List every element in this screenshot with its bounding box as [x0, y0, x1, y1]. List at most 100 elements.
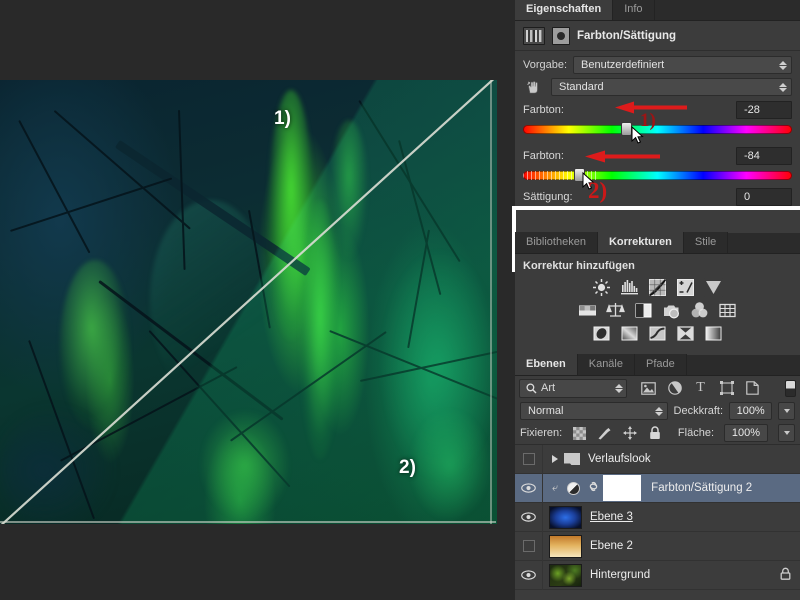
- opacity-value[interactable]: 100%: [729, 402, 772, 420]
- visibility-toggle-hintergrund[interactable]: [515, 561, 543, 590]
- hue-saturation-icon[interactable]: [578, 301, 597, 320]
- eye-icon: [521, 570, 536, 580]
- white-layer-mask-thumbnail[interactable]: [605, 477, 639, 499]
- layer-thumbnail-orange-gradient[interactable]: [549, 535, 582, 558]
- tab-eigenschaften[interactable]: Eigenschaften: [515, 0, 613, 20]
- channel-select[interactable]: Standard: [551, 78, 792, 96]
- table-row[interactable]: Hintergrund: [515, 561, 800, 590]
- slider-annotation-1: 1): [640, 110, 656, 132]
- layer-name-ebene-2[interactable]: Ebene 2: [590, 540, 633, 552]
- opacity-label: Deckkraft:: [674, 405, 724, 417]
- slider-annotation-2: 2): [588, 178, 607, 204]
- posterize-icon[interactable]: [620, 324, 639, 343]
- layer-filter-toolbar: Art T: [515, 376, 800, 400]
- threshold-icon[interactable]: [648, 324, 667, 343]
- table-row[interactable]: Ebene 3: [515, 503, 800, 532]
- properties-tabbar: Eigenschaften Info: [515, 0, 800, 21]
- layer-thumbnail-forest-photo[interactable]: [549, 564, 582, 587]
- table-row[interactable]: Ebene 2: [515, 532, 800, 561]
- exposure-icon[interactable]: [676, 278, 695, 297]
- adjustment-icon-row-2: [515, 299, 800, 322]
- layer-name-ebene-3[interactable]: Ebene 3: [590, 511, 633, 523]
- color-balance-icon[interactable]: [606, 301, 625, 320]
- pixel-filter-icon[interactable]: [641, 381, 656, 396]
- layer-thumbnail-blue-radial-gradient[interactable]: [549, 506, 582, 529]
- hue-track-bottom[interactable]: [523, 167, 792, 183]
- layer-name-farbton-saettigung-2[interactable]: Farbton/Sättigung 2: [651, 482, 752, 494]
- tab-stile[interactable]: Stile: [684, 232, 728, 253]
- lock-transparency-icon[interactable]: [572, 426, 587, 441]
- type-filter-icon: T: [693, 381, 708, 396]
- layer-list: Verlaufslook ⤶ Farbton/Sättigung 2: [515, 444, 800, 590]
- levels-icon[interactable]: [620, 278, 639, 297]
- visibility-toggle-group[interactable]: [515, 445, 543, 474]
- tab-ebenen[interactable]: Ebenen: [515, 354, 578, 375]
- adjustment-filter-icon[interactable]: [667, 381, 682, 396]
- on-image-adjust-hand-icon[interactable]: [523, 77, 545, 97]
- lock-position-icon[interactable]: [622, 426, 637, 441]
- blend-mode-select[interactable]: Normal: [520, 402, 668, 420]
- filter-tool-group: T: [641, 381, 760, 396]
- eye-off-icon: [523, 540, 535, 552]
- tab-bibliotheken[interactable]: Bibliotheken: [515, 232, 598, 253]
- layer-name-hintergrund[interactable]: Hintergrund: [590, 569, 650, 581]
- chevron-updown-icon: [655, 407, 663, 416]
- invert-icon[interactable]: [592, 324, 611, 343]
- page-title: Farbton/Sättigung: [577, 30, 676, 42]
- hue-value-top[interactable]: -28: [736, 101, 792, 119]
- hue-saturation-layer-icon[interactable]: [567, 482, 580, 495]
- layers-body: Art T: [515, 376, 800, 590]
- tab-korrekturen[interactable]: Korrekturen: [598, 232, 684, 253]
- saturation-row: Sättigung: 0: [523, 187, 792, 207]
- link-mask-icon[interactable]: [588, 480, 599, 496]
- layer-mask-icon[interactable]: [552, 27, 570, 45]
- photo-filter-icon[interactable]: [662, 301, 681, 320]
- filter-type-label: Art: [541, 382, 555, 394]
- adjustment-icon-row-1: [515, 276, 800, 299]
- vibrance-icon[interactable]: [704, 278, 723, 297]
- visibility-toggle-ebene3[interactable]: [515, 503, 543, 532]
- tab-info[interactable]: Info: [613, 0, 654, 20]
- fill-value[interactable]: 100%: [724, 424, 768, 442]
- shape-filter-icon[interactable]: [719, 381, 734, 396]
- eye-icon: [521, 512, 536, 522]
- corrections-tabbar: Bibliotheken Korrekturen Stile: [515, 233, 800, 254]
- gradient-map-icon[interactable]: [704, 324, 723, 343]
- curves-icon[interactable]: [648, 278, 667, 297]
- blend-mode-row: Normal Deckkraft: 100%: [515, 400, 800, 422]
- table-row[interactable]: ⤶ Farbton/Sättigung 2: [515, 474, 800, 503]
- visibility-toggle-adjustment[interactable]: [515, 474, 543, 503]
- properties-panel: Eigenschaften Info Farbton/Sättigung Vor…: [515, 0, 800, 210]
- lock-pixels-icon[interactable]: [597, 426, 612, 441]
- table-row[interactable]: Verlaufslook: [515, 445, 800, 474]
- chevron-updown-icon: [779, 83, 787, 92]
- lock-all-icon[interactable]: [647, 426, 662, 441]
- black-white-icon[interactable]: [634, 301, 653, 320]
- brightness-contrast-icon[interactable]: [592, 278, 611, 297]
- selective-color-icon[interactable]: [676, 324, 695, 343]
- smartobject-filter-icon[interactable]: [745, 381, 760, 396]
- tab-kanaele[interactable]: Kanäle: [578, 354, 635, 375]
- filter-type-select[interactable]: Art: [519, 379, 627, 398]
- properties-header: Farbton/Sättigung: [515, 21, 800, 51]
- preset-select[interactable]: Benutzerdefiniert: [573, 56, 792, 74]
- visibility-toggle-ebene2[interactable]: [515, 532, 543, 561]
- corrections-heading: Korrektur hinzufügen: [515, 254, 800, 276]
- filter-enable-toggle[interactable]: [785, 380, 796, 397]
- layer-name-verlaufslook[interactable]: Verlaufslook: [588, 453, 651, 465]
- forest-photo[interactable]: [0, 80, 497, 524]
- document-canvas-area[interactable]: 1) 2): [0, 0, 515, 600]
- hue-gradient-top: [523, 125, 792, 134]
- hue-track-top[interactable]: [523, 121, 792, 137]
- preset-value: Benutzerdefiniert: [581, 59, 664, 71]
- saturation-value[interactable]: 0: [736, 188, 792, 206]
- disclosure-triangle-icon[interactable]: [552, 455, 558, 463]
- hue-value-bottom[interactable]: -84: [736, 147, 792, 165]
- channel-row: Standard: [515, 76, 800, 98]
- opacity-dropdown-icon[interactable]: [778, 402, 795, 420]
- color-lookup-icon[interactable]: [718, 301, 737, 320]
- tab-pfade[interactable]: Pfade: [635, 354, 687, 375]
- search-icon: [526, 383, 537, 394]
- fill-dropdown-icon[interactable]: [778, 424, 795, 442]
- channel-mixer-icon[interactable]: [690, 301, 709, 320]
